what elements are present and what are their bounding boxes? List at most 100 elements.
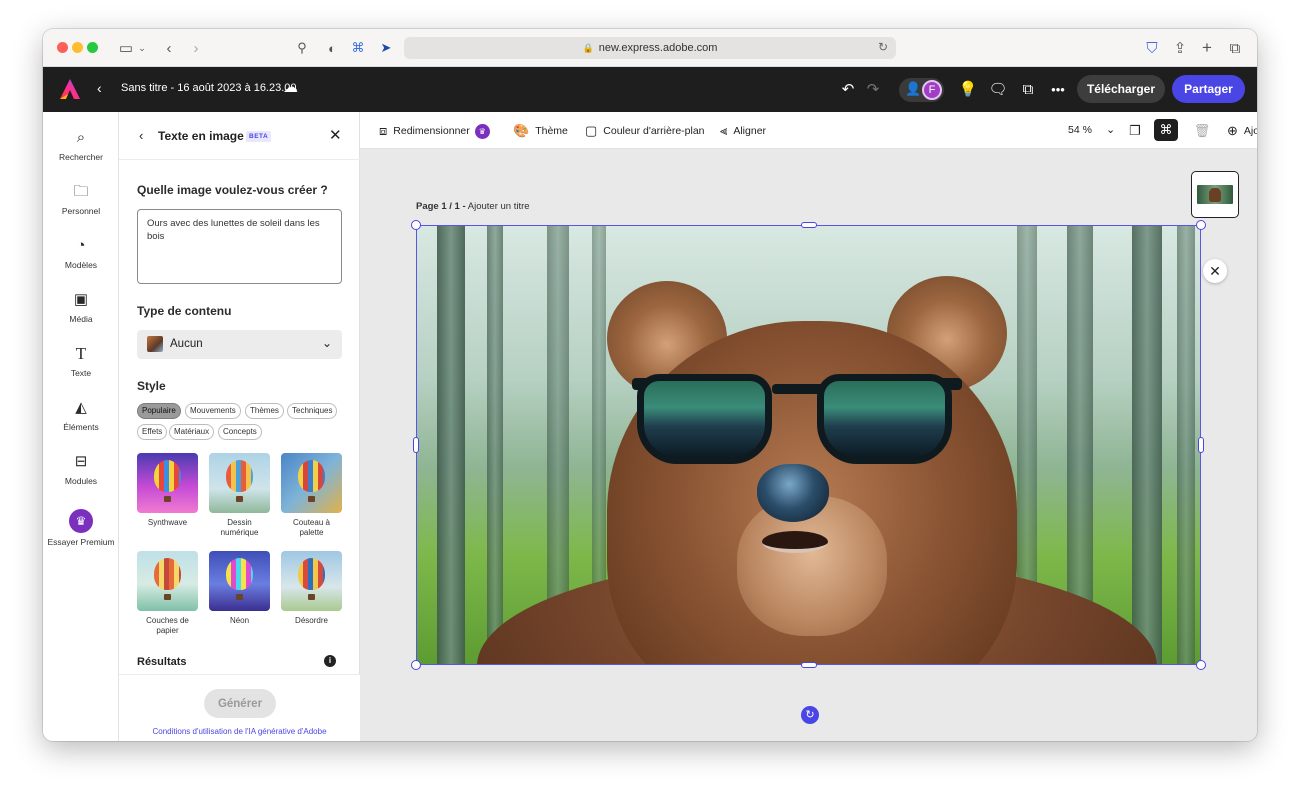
- sidebar-toggle-icon[interactable]: ▭: [115, 38, 137, 58]
- resize-label: Redimensionner: [393, 125, 470, 137]
- canvas-area[interactable]: Page 1 / 1 - Ajouter un titre ↻ ✕: [360, 149, 1257, 741]
- palette-icon: 🎨: [513, 123, 530, 138]
- privacy-report-icon[interactable]: ⛉: [1143, 38, 1161, 58]
- zoom-select[interactable]: 54 % ⌄: [1068, 123, 1115, 137]
- close-window-button[interactable]: [57, 42, 68, 53]
- style-caption: Néon: [229, 616, 250, 625]
- background-color-button[interactable]: ▢ Couleur d'arrière-plan: [585, 123, 705, 139]
- chip-effets[interactable]: Effets: [137, 424, 168, 440]
- forward-nav-icon[interactable]: ›: [187, 38, 205, 58]
- style-tile-paper-layers[interactable]: Couches de papier: [137, 551, 198, 636]
- document-title[interactable]: Sans titre - 16 août 2023 à 16.23.00: [121, 82, 297, 94]
- comment-icon[interactable]: 🗨: [988, 79, 1008, 99]
- chip-themes[interactable]: Thèmes: [245, 403, 284, 419]
- adobe-express-logo[interactable]: [59, 78, 81, 100]
- redo-icon[interactable]: ↷: [863, 79, 883, 99]
- resize-handle-top[interactable]: [801, 222, 817, 228]
- bg-color-label: Couleur d'arrière-plan: [603, 125, 705, 137]
- zoom-window-button[interactable]: [87, 42, 98, 53]
- close-icon[interactable]: ✕: [329, 126, 342, 144]
- style-tile-neon[interactable]: Néon: [209, 551, 270, 626]
- rail-item-search[interactable]: ⌕ Rechercher: [43, 128, 119, 162]
- new-tab-icon[interactable]: +: [1198, 38, 1216, 58]
- resize-handle-bottom-right[interactable]: [1196, 660, 1206, 670]
- minimize-window-button[interactable]: [72, 42, 83, 53]
- terms-link[interactable]: Conditions d'utilisation de l'IA générat…: [119, 727, 360, 736]
- resize-handle-top-left[interactable]: [411, 220, 421, 230]
- page-title-input[interactable]: Ajouter un titre: [468, 201, 530, 212]
- lightbulb-icon[interactable]: 💡: [958, 79, 978, 99]
- chip-populaire[interactable]: Populaire: [137, 403, 181, 419]
- rotate-icon[interactable]: ↻: [801, 706, 819, 724]
- comments-list-icon[interactable]: ⧉: [1018, 79, 1038, 99]
- rail-label: Rechercher: [59, 152, 103, 162]
- style-thumbnail: [281, 453, 342, 513]
- tab-overview-icon[interactable]: ⧉: [1226, 38, 1244, 58]
- rail-item-media[interactable]: ▣ Média: [43, 290, 119, 324]
- layout-grid-icon[interactable]: ⌘: [1154, 119, 1178, 141]
- beta-badge: BETA: [246, 131, 272, 142]
- generate-button[interactable]: Générer: [204, 689, 276, 718]
- info-icon[interactable]: i: [324, 655, 336, 667]
- prompt-question: Quelle image voulez-vous créer ?: [137, 183, 328, 197]
- style-caption: Couches de papier: [146, 616, 189, 635]
- chevron-down-icon[interactable]: ⌄: [137, 38, 147, 58]
- invite-collaborators-button[interactable]: 👤 F: [899, 78, 944, 102]
- share-button[interactable]: Partager: [1172, 75, 1245, 103]
- content-type-label: Type de contenu: [137, 304, 232, 318]
- chip-mouvements[interactable]: Mouvements: [185, 403, 241, 419]
- rail-item-modules[interactable]: ⊟ Modules: [43, 452, 119, 486]
- safari-toolbar: ▭ ⌄ ‹ › ⚲ ◐ ⌘ ➤ 🔒 new.express.adobe.com …: [43, 29, 1257, 67]
- style-thumbnail: [137, 453, 198, 513]
- extension-command-icon[interactable]: ⌘: [349, 38, 367, 58]
- style-caption: Dessin numérique: [220, 518, 259, 537]
- chip-techniques[interactable]: Techniques: [287, 403, 338, 419]
- reload-icon[interactable]: ↻: [878, 40, 888, 54]
- style-tile-synthwave[interactable]: Synthwave: [137, 453, 198, 528]
- pages-icon[interactable]: ❐: [1125, 121, 1145, 141]
- chip-materiaux[interactable]: Matériaux: [169, 424, 215, 440]
- align-button[interactable]: ⫷ Aligner: [720, 123, 766, 139]
- resize-handle-top-right[interactable]: [1196, 220, 1206, 230]
- style-caption: Couteau à palette: [293, 518, 330, 537]
- panel-back-icon[interactable]: ‹: [139, 128, 143, 143]
- rail-item-elements[interactable]: ◭ Éléments: [43, 398, 119, 432]
- extension-dropper-icon[interactable]: ⚲: [293, 38, 311, 58]
- close-icon[interactable]: ✕: [1203, 259, 1227, 283]
- extension-shield-icon[interactable]: ◐: [323, 38, 341, 58]
- content-type-select[interactable]: Aucun ⌄: [137, 330, 342, 359]
- prompt-input[interactable]: Ours avec des lunettes de soleil dans le…: [137, 209, 342, 284]
- extension-bird-icon[interactable]: ➤: [377, 38, 395, 58]
- page-thumbnail[interactable]: [1191, 171, 1239, 218]
- style-tile-palette-knife[interactable]: Couteau à palette: [281, 453, 342, 538]
- more-options-icon[interactable]: •••: [1048, 79, 1068, 99]
- rail-item-premium[interactable]: ♛ Essayer Premium: [43, 509, 119, 547]
- resize-button[interactable]: ⧈ Redimensionner ♛: [379, 123, 490, 139]
- resize-handle-bottom-left[interactable]: [411, 660, 421, 670]
- rail-item-templates[interactable]: ◔ Modèles: [43, 236, 119, 270]
- style-tile-disorder[interactable]: Désordre: [281, 551, 342, 626]
- media-icon: ▣: [73, 291, 89, 308]
- trash-icon[interactable]: 🗑: [1192, 121, 1212, 141]
- download-button[interactable]: Télécharger: [1077, 75, 1165, 103]
- panel-footer: Générer Conditions d'utilisation de l'IA…: [119, 674, 360, 741]
- style-caption: Synthwave: [147, 518, 188, 527]
- resize-handle-left[interactable]: [413, 437, 419, 453]
- back-nav-icon[interactable]: ‹: [160, 38, 178, 58]
- add-button[interactable]: ⊕ Ajouter: [1227, 123, 1257, 139]
- style-thumbnail: [281, 551, 342, 611]
- theme-button[interactable]: 🎨 Thème: [513, 123, 568, 139]
- style-tile-digital[interactable]: Dessin numérique: [209, 453, 270, 538]
- resize-handle-bottom[interactable]: [801, 662, 817, 668]
- undo-icon[interactable]: ↶: [838, 79, 858, 99]
- generated-image[interactable]: [416, 225, 1201, 665]
- rail-item-text[interactable]: T Texte: [43, 344, 119, 378]
- back-icon[interactable]: ‹: [97, 80, 102, 96]
- rail-item-personal[interactable]: 🗀 Personnel: [43, 182, 119, 216]
- cloud-sync-icon[interactable]: ☁: [283, 78, 298, 96]
- resize-handle-right[interactable]: [1198, 437, 1204, 453]
- chip-concepts[interactable]: Concepts: [218, 424, 262, 440]
- search-icon: ⌕: [76, 129, 86, 146]
- share-icon[interactable]: ⇪: [1171, 38, 1189, 58]
- address-bar[interactable]: 🔒 new.express.adobe.com ↻: [404, 37, 896, 59]
